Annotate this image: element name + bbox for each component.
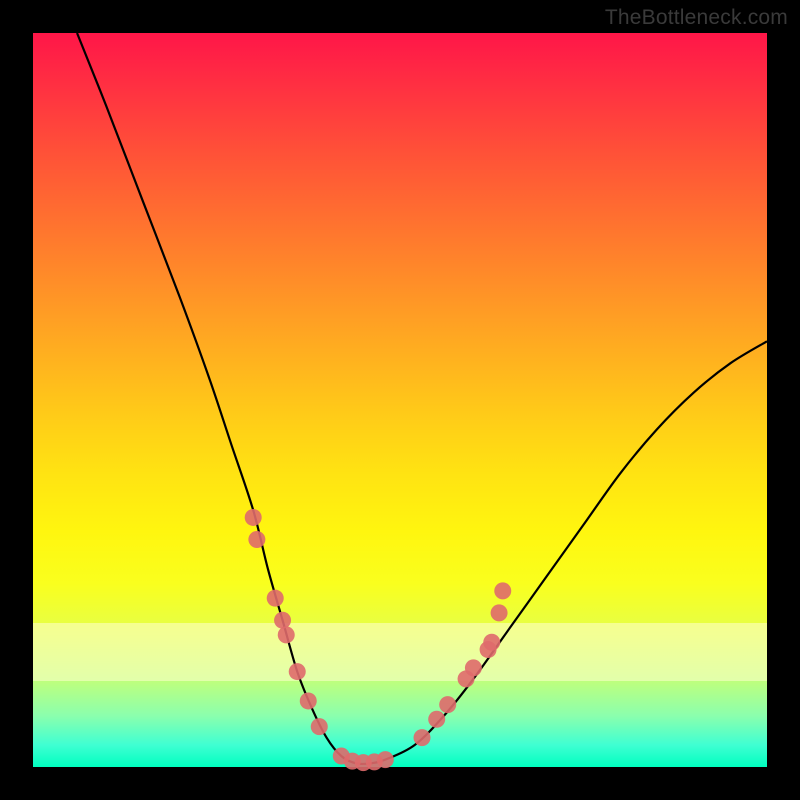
data-marker bbox=[491, 604, 508, 621]
data-marker bbox=[483, 634, 500, 651]
data-marker bbox=[300, 692, 317, 709]
watermark-text: TheBottleneck.com bbox=[605, 6, 788, 30]
data-marker bbox=[267, 590, 284, 607]
data-marker bbox=[289, 663, 306, 680]
data-marker bbox=[465, 659, 482, 676]
data-marker bbox=[428, 711, 445, 728]
data-marker bbox=[248, 531, 265, 548]
data-marker bbox=[311, 718, 328, 735]
bottleneck-curve-path bbox=[77, 33, 767, 764]
data-marker bbox=[414, 729, 431, 746]
data-marker bbox=[377, 751, 394, 768]
data-marker bbox=[278, 626, 295, 643]
chart-frame: TheBottleneck.com bbox=[0, 0, 800, 800]
data-marker bbox=[245, 509, 262, 526]
data-marker bbox=[439, 696, 456, 713]
data-marker bbox=[494, 582, 511, 599]
data-marker bbox=[274, 612, 291, 629]
curve-layer bbox=[33, 33, 767, 767]
marker-group bbox=[245, 509, 512, 771]
